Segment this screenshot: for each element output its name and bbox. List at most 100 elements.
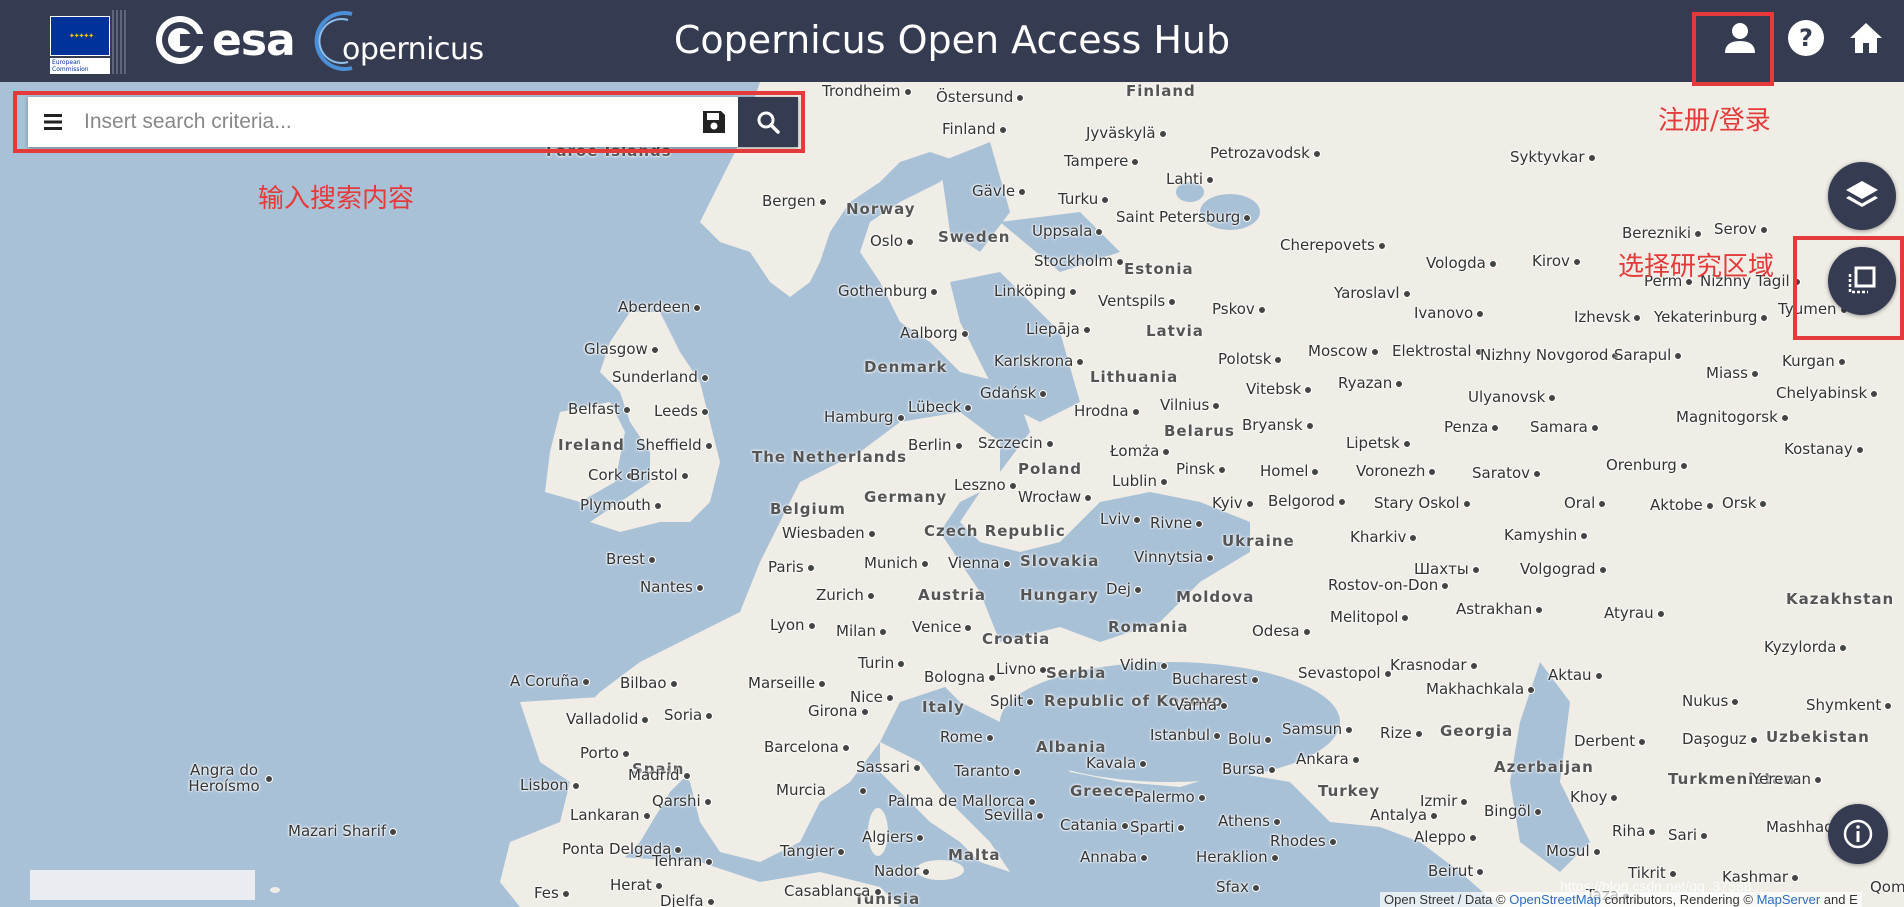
- map-city-label: Djelfa: [660, 892, 715, 907]
- map-city-label: Nizhny Novgorod: [1480, 346, 1620, 364]
- help-icon: ?: [1788, 20, 1824, 56]
- map-city-label: Sevastopol: [1298, 664, 1392, 682]
- app-header: ✦✦✦✦✦ European Commission esa opernicus …: [0, 0, 1904, 82]
- map-city-label: Heraklion: [1196, 848, 1279, 866]
- map-city-label: Taranto: [954, 762, 1021, 780]
- map-country-label: Norway: [846, 200, 916, 218]
- european-commission-logo: ✦✦✦✦✦ European Commission: [32, 10, 128, 74]
- map-city-label: Bologna: [924, 668, 997, 686]
- map-city-label: Tangier: [780, 842, 847, 860]
- map-city-label: Khoy: [1570, 788, 1619, 806]
- map-country-label: Serbia: [1046, 664, 1107, 682]
- map-city-label: Bolu: [1228, 730, 1273, 748]
- map-city-label: Kyiv: [1212, 494, 1254, 512]
- map-country-label: Poland: [1018, 460, 1082, 478]
- map-country-label: Sweden: [938, 228, 1011, 246]
- map-city-label: Marseille: [748, 674, 827, 692]
- map-country-label: Denmark: [864, 358, 948, 376]
- map-city-label: Vologda: [1426, 254, 1497, 272]
- map-city-label: Zurich: [816, 586, 875, 604]
- map-city-label: Sfax: [1216, 878, 1260, 896]
- map-city-label: Chelyabinsk: [1776, 384, 1879, 402]
- map-city-label: Sari: [1668, 826, 1709, 844]
- map-city-label: Ventspils: [1098, 292, 1177, 310]
- map-country-label: Belarus: [1164, 422, 1235, 440]
- map-city-label: A Coruña: [510, 672, 591, 690]
- map-city-label: Mashhad: [1766, 818, 1845, 836]
- map-city-label: Orsk: [1722, 494, 1769, 512]
- map-city-label: Dej: [1106, 580, 1142, 598]
- map-city-label: Vienna: [948, 554, 1011, 572]
- map-city-label: Rivne: [1150, 514, 1204, 532]
- map-city-label: Casablanca: [784, 882, 881, 900]
- map-city-label: Lankaran: [570, 806, 651, 824]
- map-city-label: Moscow: [1308, 342, 1379, 360]
- map-city-label: Makhachkala: [1426, 680, 1536, 698]
- map-country-label: The Netherlands: [752, 448, 908, 466]
- map-country-label: Finland: [1126, 82, 1196, 100]
- esa-text: esa: [212, 14, 296, 66]
- map-city-label: Belfast: [568, 400, 631, 418]
- map-city-label: Vilnius: [1160, 396, 1221, 414]
- map-city-label: Livno: [996, 660, 1048, 678]
- map-country-label: Moldova: [1176, 588, 1255, 606]
- map-city-label: Sassari: [856, 758, 921, 776]
- map-city-label: Melitopol: [1330, 608, 1410, 626]
- map-city-label: Murcia: [776, 782, 867, 798]
- map-country-label: Georgia: [1440, 722, 1514, 740]
- map-city-label: Ulyanovsk: [1468, 388, 1557, 406]
- map-city-label: Athens: [1218, 812, 1281, 830]
- map-city-label: Glasgow: [584, 340, 659, 358]
- map-city-label: Atyrau: [1604, 604, 1665, 622]
- map-city-label: Szczecin: [978, 434, 1054, 452]
- map-city-label: Bilbao: [620, 674, 677, 692]
- map-city-label: Uppsala: [1032, 222, 1104, 240]
- openstreetmap-link[interactable]: OpenStreetMap: [1509, 892, 1601, 907]
- map-city-label: Kirov: [1532, 252, 1581, 270]
- map-city-label: Tehran: [652, 852, 714, 870]
- map-city-label: Ryazan: [1338, 374, 1404, 392]
- map-city-label: Qarshi: [652, 792, 712, 810]
- map-city-label: Ankara: [1296, 750, 1360, 768]
- map-city-label: Berlin: [908, 436, 962, 454]
- map-city-label: Łomża: [1110, 442, 1171, 460]
- map-city-label: Oral: [1564, 494, 1607, 512]
- map-city-label: Rome: [940, 728, 994, 746]
- eu-flag-icon: ✦✦✦✦✦: [50, 16, 110, 56]
- help-button[interactable]: ?: [1784, 16, 1828, 60]
- map-city-label: Volgograd: [1520, 560, 1607, 578]
- map-city-label: Polotsk: [1218, 350, 1283, 368]
- layers-button[interactable]: [1828, 162, 1896, 230]
- map-city-label: Stockholm: [1034, 252, 1124, 270]
- map-city-label: Saint Petersburg: [1116, 208, 1252, 226]
- login-annotation-label: 注册/登录: [1658, 106, 1771, 136]
- attribution-mid: contributors, Rendering ©: [1604, 892, 1753, 907]
- info-button[interactable]: [1828, 804, 1888, 864]
- map-city-label: Qom: [1870, 878, 1904, 896]
- map-city-label: Annaba: [1080, 848, 1149, 866]
- map-city-label: Lyon: [770, 616, 815, 634]
- search-highlight-box: [13, 91, 805, 153]
- map-city-label: Pinsk: [1176, 460, 1226, 478]
- map-city-label: Shymkent: [1806, 696, 1893, 714]
- mapserver-link[interactable]: MapServer: [1757, 892, 1821, 907]
- map-city-label: Gävle: [972, 182, 1027, 200]
- map-city-label: Pskov: [1212, 300, 1266, 318]
- map-city-label: Lviv: [1100, 510, 1142, 528]
- map-city-label: Saratov: [1472, 464, 1542, 482]
- map-city-label: Brest: [606, 550, 657, 568]
- map-city-label: Izhevsk: [1574, 308, 1642, 326]
- map-city-label: Istanbul: [1150, 726, 1222, 744]
- map-city-label: Wiesbaden: [782, 524, 876, 542]
- map-city-label: Bristol: [630, 466, 689, 484]
- map-city-label: Kavala: [1086, 754, 1148, 772]
- esa-mark-icon: [156, 16, 208, 64]
- map-country-label: Greece: [1070, 782, 1136, 800]
- map-city-label: Ivanovo: [1414, 304, 1485, 322]
- area-annotation-label: 选择研究区域: [1618, 252, 1775, 282]
- map-city-label: Karlskrona: [994, 352, 1085, 370]
- map-country-label: Romania: [1108, 618, 1189, 636]
- home-button[interactable]: [1844, 16, 1888, 60]
- map-city-label: Tampere: [1064, 152, 1140, 170]
- map-city-label: Valladolid: [566, 710, 650, 728]
